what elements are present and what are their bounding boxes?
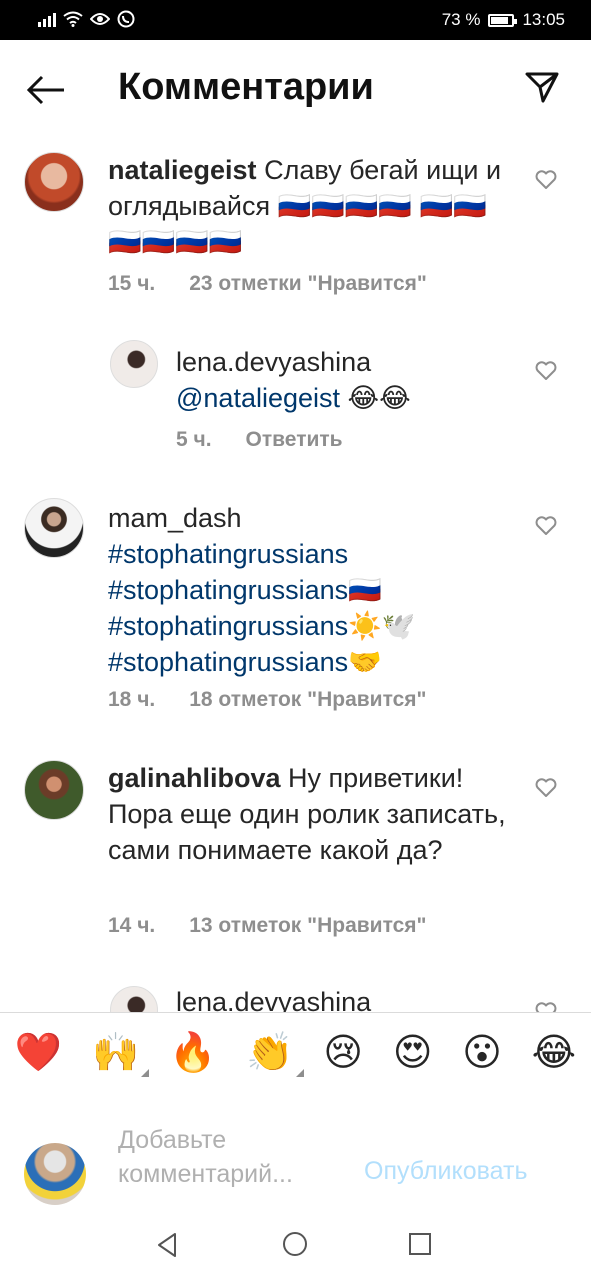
comment-username[interactable]: lena.devyashina [176,347,371,377]
skin-tone-indicator-icon [141,1069,150,1077]
send-icon[interactable] [525,70,559,104]
publish-button[interactable]: Опубликовать [364,1157,527,1186]
heart-outline-icon[interactable] [535,361,557,381]
heart-outline-icon[interactable] [535,516,557,536]
nav-recents-icon[interactable] [409,1233,431,1255]
avatar[interactable] [24,760,84,820]
reaction-clap[interactable]: 👏 [246,1032,304,1077]
comment-meta: 14 ч. 13 отметок "Нравится" [108,914,426,938]
comment-meta: 15 ч. 23 отметки "Нравится" [108,272,427,296]
comment-text: 😂😂 [340,383,411,413]
comment-time: 5 ч. [176,428,212,451]
comment-mention[interactable]: @nataliegeist [176,383,340,413]
comment-meta: 18 ч. 18 отметок "Нравится" [108,688,426,712]
comment-username[interactable]: galinahlibova [108,763,281,793]
comment-username[interactable]: mam_dash [108,503,242,533]
reaction-heart-eyes[interactable]: 😍 [393,1033,433,1073]
comment-likes-count[interactable]: 18 отметок "Нравится" [189,688,426,712]
reaction-surprised[interactable]: 😮 [462,1033,502,1073]
wifi-icon [63,11,83,27]
comment-likes-count[interactable]: 13 отметок "Нравится" [189,914,426,938]
system-nav-bar [0,1208,591,1280]
reaction-raised-hands[interactable]: 🙌 [92,1032,150,1077]
comment-time: 14 ч. [108,914,156,937]
avatar[interactable] [110,340,158,388]
comment-input[interactable]: Добавьте комментарий... [118,1123,358,1191]
comment-meta: 5 ч. Ответить [176,428,343,452]
back-arrow-icon[interactable] [26,72,66,108]
skin-tone-indicator-icon [295,1069,304,1077]
comment-time: 18 ч. [108,688,156,711]
heart-outline-icon[interactable] [535,778,557,798]
reaction-heart[interactable]: ❤️ [15,1033,62,1073]
comment-input-bar: Добавьте комментарий... Опубликовать [0,1093,591,1205]
comment-username[interactable]: lena.devyashina [176,987,371,1012]
reply-button[interactable]: Ответить [246,428,343,452]
hashtag-link[interactable]: #stophatingrussians🤝 [108,644,528,680]
battery-percent: 73 % [441,10,481,29]
comment-reply: lena.devyashina [0,980,591,1012]
clock: 13:05 [522,10,565,29]
avatar[interactable] [24,498,84,558]
cell-signal-icon [38,11,56,27]
status-bar: 73 % 13:05 [0,0,591,40]
comment-time: 15 ч. [108,272,156,295]
avatar[interactable] [24,152,84,212]
header: Комментарии [0,40,591,138]
reaction-fire[interactable]: 🔥 [169,1033,216,1073]
eye-icon [90,13,110,25]
battery-icon [488,13,518,27]
reaction-crying[interactable]: 😢 [323,1033,363,1073]
nav-home-icon[interactable] [283,1232,307,1256]
heart-outline-icon[interactable] [535,1002,557,1012]
page-title: Комментарии [118,66,374,108]
reaction-clap-emoji: 👏 [246,1032,294,1074]
nav-back-icon[interactable] [155,1232,181,1258]
comment-username[interactable]: nataliegeist [108,155,257,185]
hashtag-link[interactable]: #stophatingrussians☀️🕊️ [108,608,528,644]
reaction-laughing[interactable]: 😂 [532,1033,576,1073]
reaction-raised-hands-emoji: 🙌 [92,1032,140,1074]
hashtag-link[interactable]: #stophatingrussians [108,536,528,572]
heart-outline-icon[interactable] [535,170,557,190]
avatar[interactable] [110,986,158,1012]
quick-reactions-bar: ❤️ 🙌 🔥 👏 😢 😍 😮 😂 [0,1012,591,1094]
whatsapp-icon [117,10,135,28]
hashtag-link[interactable]: #stophatingrussians🇷🇺 [108,572,528,608]
avatar [24,1143,86,1205]
comment-likes-count[interactable]: 23 отметки "Нравится" [189,272,427,296]
